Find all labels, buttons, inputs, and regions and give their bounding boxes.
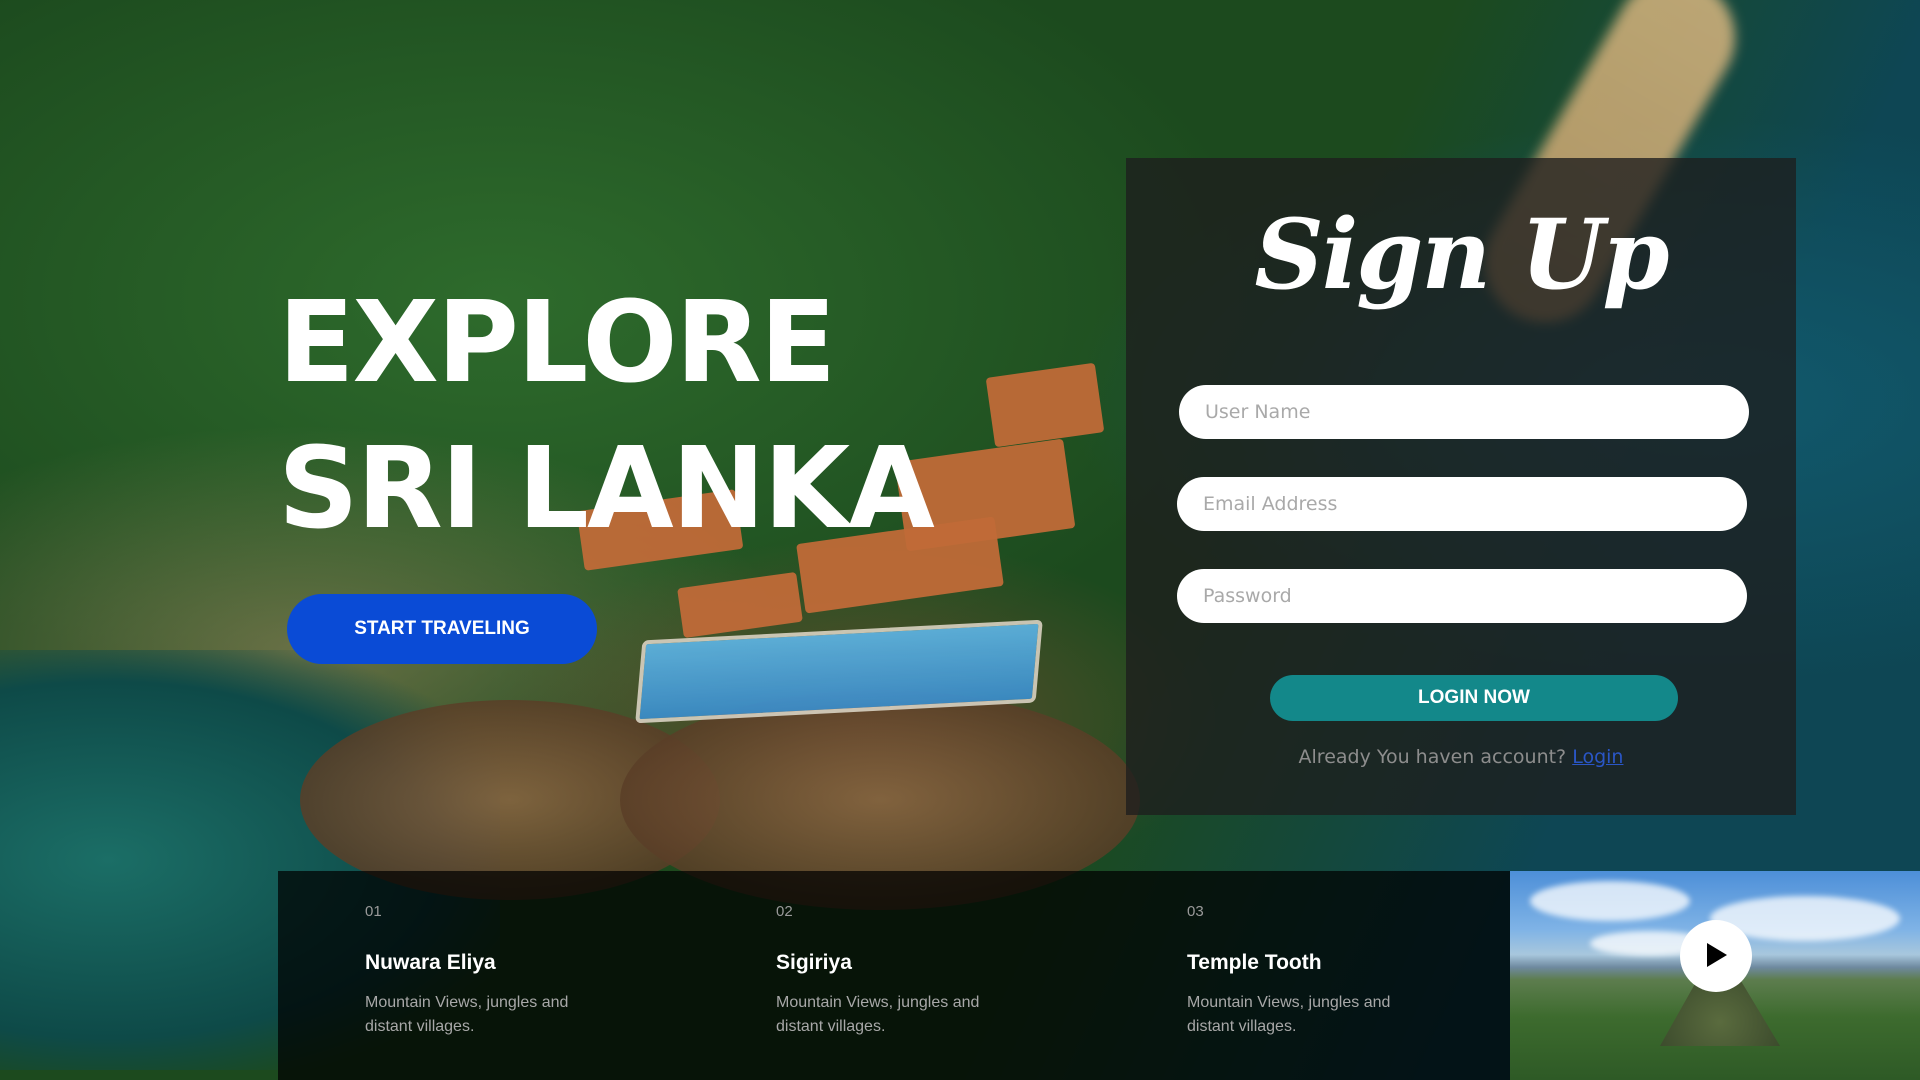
destination-name: Temple Tooth [1187,951,1322,974]
landing-page: EXPLORE SRI LANKA START TRAVELING Sign U… [0,0,1920,1080]
password-input[interactable] [1177,569,1747,623]
destination-number: 03 [1187,903,1204,920]
play-icon [1703,941,1729,972]
hero-title: EXPLORE SRI LANKA [278,270,935,562]
play-button[interactable] [1680,920,1752,992]
destination-name: Nuwara Eliya [365,951,496,974]
hero-title-line1: EXPLORE [278,278,836,408]
destinations-strip: 01 Nuwara Eliya Mountain Views, jungles … [278,871,1510,1080]
destination-name: Sigiriya [776,951,852,974]
hero-title-line2: SRI LANKA [278,424,935,554]
account-prompt-line: Already You haven account? Login [1126,746,1796,768]
destination-description: Mountain Views, jungles and distant vill… [1187,994,1391,1035]
destination-number: 02 [776,903,793,920]
signup-title: Sign Up [1254,198,1670,311]
email-input[interactable] [1177,477,1747,531]
username-input[interactable] [1179,385,1749,439]
video-thumbnail[interactable] [1510,871,1920,1080]
destination-number: 01 [365,903,382,920]
login-link[interactable]: Login [1572,746,1623,768]
login-now-button[interactable]: LOGIN NOW [1270,675,1678,721]
account-prompt-text: Already You haven account? [1298,746,1567,768]
start-traveling-button[interactable]: START TRAVELING [287,594,597,664]
signup-panel: Sign Up LOGIN NOW Already You haven acco… [1126,158,1796,815]
destination-description: Mountain Views, jungles and distant vill… [776,994,980,1035]
destination-description: Mountain Views, jungles and distant vill… [365,994,569,1035]
